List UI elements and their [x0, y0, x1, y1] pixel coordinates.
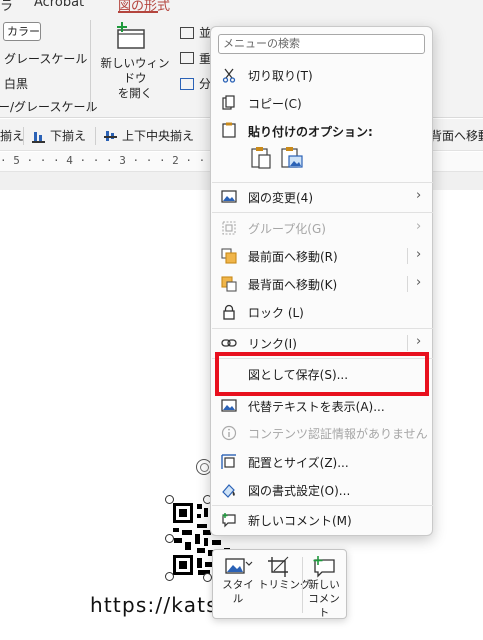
menu-item-label: 代替テキストを表示(A)...: [248, 400, 385, 414]
resize-handle-nw[interactable]: [165, 495, 174, 504]
menu-item-send-to-back[interactable]: 最背面へ移動(K) ›: [211, 270, 432, 297]
new-comment-label: 新しい コメント: [308, 579, 340, 619]
menu-item-cut[interactable]: 切り取り(T): [211, 61, 432, 88]
resize-handle-sw[interactable]: [165, 572, 174, 581]
paste-options-title: 貼り付けのオプション:: [248, 125, 373, 139]
lock-icon: [223, 304, 235, 320]
paste-keep-source-icon[interactable]: [249, 146, 273, 170]
alt-text-icon: [221, 399, 237, 412]
menu-item-format-picture[interactable]: 図の書式設定(O)...: [211, 476, 432, 503]
align-middle-label: 上下中央揃え: [122, 129, 195, 143]
send-back-icon: [221, 276, 237, 292]
align-bottom-icon: [32, 130, 46, 143]
crop-button[interactable]: トリミング: [258, 556, 311, 616]
menu-item-label: 新しいコメント(M): [248, 514, 352, 528]
chevron-right-icon[interactable]: ›: [416, 247, 421, 262]
menu-item-label: 最背面へ移動(K): [248, 278, 338, 292]
grayscale-option[interactable]: グレースケール: [4, 50, 87, 67]
menu-item-label: グループ化(G): [248, 222, 326, 236]
black-white-option[interactable]: 白黒: [4, 75, 28, 92]
chevron-right-icon[interactable]: ›: [416, 334, 421, 349]
menu-item-bring-to-front[interactable]: 最前面へ移動(R) ›: [211, 242, 432, 269]
new-comment-icon: [222, 513, 236, 528]
split-icon: [180, 78, 194, 90]
menu-search-input[interactable]: メニューの検索: [218, 34, 425, 54]
mini-toolbar: スタイ ル トリミング 新しい コメント: [212, 549, 347, 619]
info-icon: [221, 425, 237, 441]
menu-item-label: コピー(C): [248, 97, 302, 111]
picture-style-icon: [225, 558, 253, 574]
align-middle-icon: [104, 130, 118, 142]
menu-item-label: 図の書式設定(O)...: [248, 484, 351, 498]
menu-item-size-position[interactable]: 配置とサイズ(Z)...: [211, 448, 432, 475]
split-separator: [407, 276, 408, 292]
menu-item-group: グループ化(G) ›: [211, 214, 432, 241]
menu-item-content-credentials: コンテンツ認証情報がありません: [211, 419, 432, 446]
toolbar-separator: [95, 127, 96, 145]
new-window-icon[interactable]: [115, 22, 147, 50]
menu-item-alt-text[interactable]: 代替テキストを表示(A)...: [211, 392, 432, 419]
copy-icon: [222, 95, 235, 110]
change-picture-icon: [221, 190, 237, 203]
url-text: https://kats: [90, 593, 218, 617]
scissors-icon: [222, 68, 236, 83]
paste-icon: [222, 122, 236, 138]
align-middle-button[interactable]: 上下中央揃え: [104, 127, 194, 144]
format-picture-icon: [222, 484, 235, 498]
tab-acrobat[interactable]: Acrobat: [34, 0, 84, 10]
toolbar-separator: [302, 557, 303, 613]
align-bottom-button[interactable]: 下揃え: [32, 127, 86, 144]
color-button[interactable]: カラー: [3, 22, 41, 41]
send-backward-label: 背面へ移動: [430, 129, 483, 143]
new-window-label[interactable]: 新しいウィンドウ を開く: [96, 56, 174, 101]
menu-item-label: 図の変更(4): [248, 191, 313, 205]
resize-handle-s[interactable]: [203, 573, 212, 582]
menu-item-copy[interactable]: コピー(C): [211, 89, 432, 116]
highlight-box: [215, 352, 429, 396]
chevron-right-icon[interactable]: ›: [416, 275, 421, 290]
chevron-right-icon: ›: [416, 188, 422, 203]
crop-icon: [268, 556, 289, 577]
menu-item-label: 最前面へ移動(R): [248, 250, 338, 264]
toolbar-separator: [23, 127, 24, 145]
align-partial-button[interactable]: 揃え: [0, 127, 24, 144]
overlap-icon: [180, 52, 194, 64]
group-icon: [222, 221, 236, 235]
size-position-icon: [221, 454, 236, 469]
active-tab-indicator: [118, 11, 158, 13]
menu-item-change-picture[interactable]: 図の変更(4) ›: [211, 183, 432, 210]
context-menu: メニューの検索 切り取り(T) コピー(C) 貼り付けのオプション: 図の変更(…: [210, 26, 433, 536]
resize-handle-w[interactable]: [165, 534, 174, 543]
tab-view[interactable]: ラ: [0, 0, 13, 14]
chevron-right-icon: ›: [416, 219, 422, 234]
menu-item-new-comment[interactable]: 新しいコメント(M): [211, 506, 432, 533]
menu-item-label: 切り取り(T): [248, 69, 313, 83]
style-button[interactable]: スタイ ル: [219, 556, 257, 616]
new-comment-icon: [313, 556, 335, 578]
split-separator: [407, 335, 408, 351]
group-separator: [90, 20, 91, 112]
menu-item-label: 配置とサイズ(Z)...: [248, 456, 349, 470]
split-separator: [407, 248, 408, 264]
style-label: スタイ ル: [222, 579, 254, 605]
paste-as-picture-icon[interactable]: [280, 146, 304, 170]
arrange-icon: [180, 27, 194, 39]
send-backward-button[interactable]: 背面へ移動: [430, 127, 483, 144]
new-comment-button[interactable]: 新しい コメント: [304, 556, 344, 619]
align-bottom-label: 下揃え: [50, 129, 87, 143]
menu-separator: [212, 212, 433, 213]
menu-item-label: ロック (L): [248, 306, 304, 320]
align-partial-label: 揃え: [0, 129, 25, 143]
menu-item-label: コンテンツ認証情報がありません: [248, 427, 428, 441]
menu-item-label: リンク(I): [248, 337, 297, 351]
bring-front-icon: [221, 248, 237, 264]
menu-item-lock[interactable]: ロック (L): [211, 298, 432, 325]
crop-label: トリミング: [258, 579, 311, 591]
link-icon: [221, 339, 237, 347]
washout-grayscale-option[interactable]: ー/グレースケール: [0, 98, 97, 115]
